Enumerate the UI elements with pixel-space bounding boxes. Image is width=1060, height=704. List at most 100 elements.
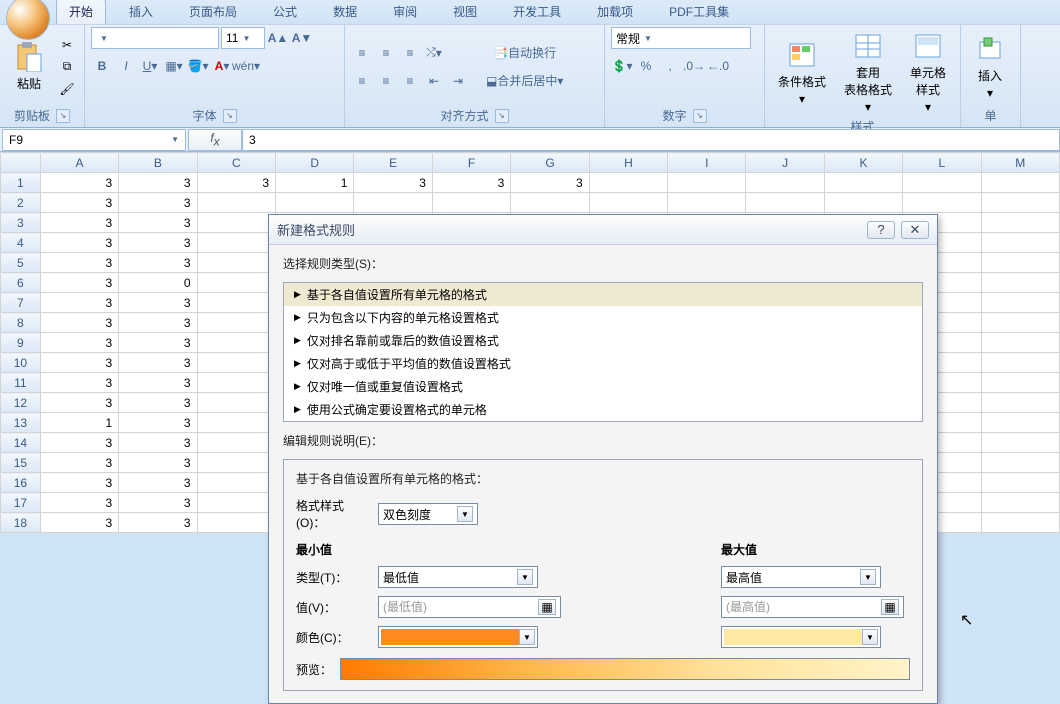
cell-K1[interactable] bbox=[824, 173, 902, 193]
cell-M8[interactable] bbox=[981, 313, 1059, 333]
cell-C14[interactable] bbox=[197, 433, 275, 453]
cell-M15[interactable] bbox=[981, 453, 1059, 473]
cell-B3[interactable]: 3 bbox=[119, 213, 197, 233]
cell-M2[interactable] bbox=[981, 193, 1059, 213]
cell-A14[interactable]: 3 bbox=[40, 433, 118, 453]
tab-7[interactable]: 开发工具 bbox=[500, 0, 574, 24]
cell-K2[interactable] bbox=[824, 193, 902, 213]
cell-C12[interactable] bbox=[197, 393, 275, 413]
cell-A9[interactable]: 3 bbox=[40, 333, 118, 353]
cell-C4[interactable] bbox=[197, 233, 275, 253]
cell-I2[interactable] bbox=[668, 193, 746, 213]
cell-A13[interactable]: 1 bbox=[40, 413, 118, 433]
tab-4[interactable]: 数据 bbox=[320, 0, 370, 24]
col-header-D[interactable]: D bbox=[276, 153, 354, 173]
cell-A4[interactable]: 3 bbox=[40, 233, 118, 253]
name-box[interactable]: F9 ▼ bbox=[2, 129, 186, 151]
wrap-text-button[interactable]: 📑 自动换行 bbox=[479, 42, 570, 64]
cell-L2[interactable] bbox=[903, 193, 981, 213]
max-type-combo[interactable]: 最高值▼ bbox=[721, 566, 881, 588]
cell-M18[interactable] bbox=[981, 513, 1059, 533]
formula-bar[interactable]: 3 bbox=[242, 129, 1060, 151]
cell-B10[interactable]: 3 bbox=[119, 353, 197, 373]
tab-8[interactable]: 加载项 bbox=[584, 0, 646, 24]
cell-H2[interactable] bbox=[589, 193, 667, 213]
cell-A5[interactable]: 3 bbox=[40, 253, 118, 273]
cell-A15[interactable]: 3 bbox=[40, 453, 118, 473]
number-format-combo[interactable]: 常规▼ bbox=[611, 27, 751, 49]
cell-M17[interactable] bbox=[981, 493, 1059, 513]
align-center-button[interactable]: ≡ bbox=[375, 70, 397, 92]
cell-B12[interactable]: 3 bbox=[119, 393, 197, 413]
cell-M12[interactable] bbox=[981, 393, 1059, 413]
cell-C9[interactable] bbox=[197, 333, 275, 353]
cell-E2[interactable] bbox=[354, 193, 432, 213]
cell-M1[interactable] bbox=[981, 173, 1059, 193]
cell-C17[interactable] bbox=[197, 493, 275, 513]
phonetic-button[interactable]: wén▾ bbox=[235, 55, 257, 77]
cell-M7[interactable] bbox=[981, 293, 1059, 313]
insert-function-button[interactable]: fx bbox=[188, 129, 242, 151]
cell-M14[interactable] bbox=[981, 433, 1059, 453]
cell-C6[interactable] bbox=[197, 273, 275, 293]
col-header-I[interactable]: I bbox=[668, 153, 746, 173]
min-value-input[interactable]: ▦ bbox=[378, 596, 561, 618]
row-header-17[interactable]: 17 bbox=[1, 493, 41, 513]
rule-type-item[interactable]: ▶仅对唯一值或重复值设置格式 bbox=[284, 375, 922, 398]
paste-button[interactable]: 粘贴 bbox=[6, 38, 52, 95]
merge-center-button[interactable]: ⬓ 合并后居中 ▾ bbox=[479, 70, 570, 92]
cell-A17[interactable]: 3 bbox=[40, 493, 118, 513]
decrease-decimal-button[interactable]: ←.0 bbox=[707, 55, 729, 77]
format-style-combo[interactable]: 双色刻度 ▼ bbox=[378, 503, 478, 525]
row-header-4[interactable]: 4 bbox=[1, 233, 41, 253]
align-left-button[interactable]: ≡ bbox=[351, 70, 373, 92]
cell-B8[interactable]: 3 bbox=[119, 313, 197, 333]
row-header-7[interactable]: 7 bbox=[1, 293, 41, 313]
min-color-combo[interactable]: ▼ bbox=[378, 626, 538, 648]
row-header-15[interactable]: 15 bbox=[1, 453, 41, 473]
row-header-9[interactable]: 9 bbox=[1, 333, 41, 353]
cell-B9[interactable]: 3 bbox=[119, 333, 197, 353]
col-header-G[interactable]: G bbox=[511, 153, 589, 173]
rule-type-item[interactable]: ▶基于各自值设置所有单元格的格式 bbox=[284, 283, 922, 306]
shrink-font-button[interactable]: A▼ bbox=[291, 27, 313, 49]
cell-A7[interactable]: 3 bbox=[40, 293, 118, 313]
rule-type-item[interactable]: ▶仅对高于或低于平均值的数值设置格式 bbox=[284, 352, 922, 375]
underline-button[interactable]: U▾ bbox=[139, 55, 161, 77]
conditional-format-button[interactable]: 条件格式▾ bbox=[771, 36, 833, 109]
col-header-L[interactable]: L bbox=[903, 153, 981, 173]
cell-B13[interactable]: 3 bbox=[119, 413, 197, 433]
cell-C15[interactable] bbox=[197, 453, 275, 473]
row-header-18[interactable]: 18 bbox=[1, 513, 41, 533]
cell-M4[interactable] bbox=[981, 233, 1059, 253]
cell-A10[interactable]: 3 bbox=[40, 353, 118, 373]
cell-D1[interactable]: 1 bbox=[276, 173, 354, 193]
col-header-K[interactable]: K bbox=[824, 153, 902, 173]
cell-F1[interactable]: 3 bbox=[432, 173, 510, 193]
cell-C3[interactable] bbox=[197, 213, 275, 233]
cell-M9[interactable] bbox=[981, 333, 1059, 353]
cell-A8[interactable]: 3 bbox=[40, 313, 118, 333]
orientation-button[interactable]: ⤭▾ bbox=[423, 42, 445, 64]
rule-type-item[interactable]: ▶仅对排名靠前或靠后的数值设置格式 bbox=[284, 329, 922, 352]
comma-button[interactable]: , bbox=[659, 55, 681, 77]
cell-I1[interactable] bbox=[668, 173, 746, 193]
cell-B11[interactable]: 3 bbox=[119, 373, 197, 393]
cell-B18[interactable]: 3 bbox=[119, 513, 197, 533]
cell-M10[interactable] bbox=[981, 353, 1059, 373]
col-header-M[interactable]: M bbox=[981, 153, 1059, 173]
tab-5[interactable]: 审阅 bbox=[380, 0, 430, 24]
row-header-11[interactable]: 11 bbox=[1, 373, 41, 393]
format-as-table-button[interactable]: 套用 表格格式▾ bbox=[837, 27, 899, 117]
format-painter-button[interactable]: 🖌 bbox=[56, 79, 78, 99]
cell-E1[interactable]: 3 bbox=[354, 173, 432, 193]
col-header-H[interactable]: H bbox=[589, 153, 667, 173]
col-header-A[interactable]: A bbox=[40, 153, 118, 173]
dialog-titlebar[interactable]: 新建格式规则 ? ✕ bbox=[269, 215, 937, 245]
align-top-button[interactable]: ≡ bbox=[351, 42, 373, 64]
cell-G1[interactable]: 3 bbox=[511, 173, 589, 193]
col-header-B[interactable]: B bbox=[119, 153, 197, 173]
indent-decrease-button[interactable]: ⇤ bbox=[423, 70, 445, 92]
cell-C18[interactable] bbox=[197, 513, 275, 533]
cell-A3[interactable]: 3 bbox=[40, 213, 118, 233]
